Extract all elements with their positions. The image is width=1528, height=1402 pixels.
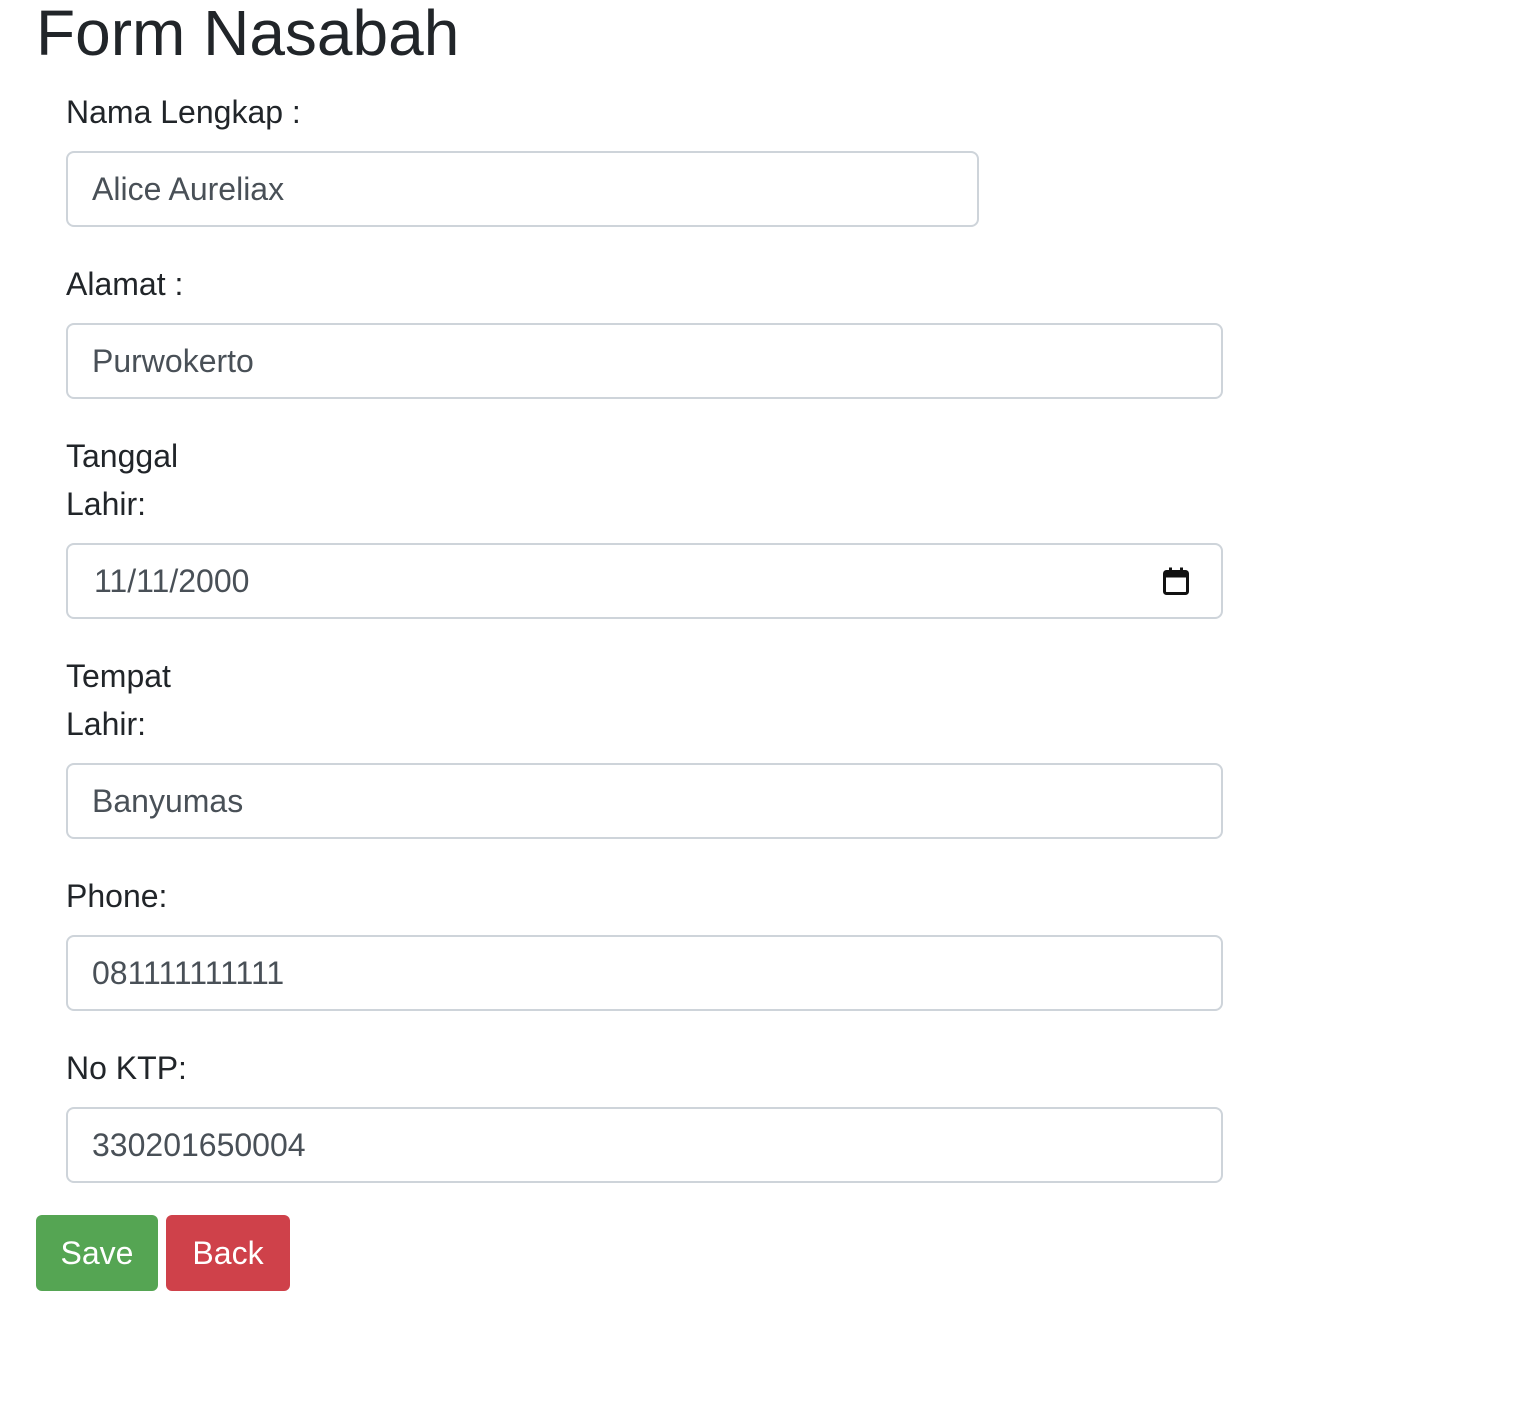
tanggal-lahir-value: 11/11/2000 — [94, 563, 250, 599]
tanggal-lahir-label: Tanggal Lahir: — [66, 432, 216, 528]
calendar-icon[interactable] — [1163, 567, 1189, 595]
nama-lengkap-input[interactable] — [66, 151, 979, 227]
tanggal-lahir-input[interactable]: 11/11/2000 — [66, 543, 1223, 619]
no-ktp-input[interactable] — [66, 1107, 1223, 1183]
no-ktp-label: No KTP: — [66, 1050, 187, 1086]
tanggal-lahir-label-line1: Tanggal — [66, 438, 179, 474]
phone-input[interactable] — [66, 935, 1223, 1011]
alamat-label: Alamat : — [66, 266, 184, 302]
tempat-lahir-label-line2: Lahir: — [66, 706, 147, 742]
phone-label: Phone: — [66, 878, 168, 914]
back-button[interactable]: Back — [166, 1215, 290, 1291]
tanggal-lahir-label-line2: Lahir: — [66, 486, 147, 522]
tempat-lahir-input[interactable] — [66, 763, 1223, 839]
alamat-input[interactable] — [66, 323, 1223, 399]
page-title: Form Nasabah — [36, 0, 460, 69]
tempat-lahir-label: Tempat Lahir: — [66, 652, 216, 748]
save-button[interactable]: Save — [36, 1215, 158, 1291]
nama-lengkap-label: Nama Lengkap : — [66, 94, 301, 130]
tempat-lahir-label-line1: Tempat — [66, 658, 171, 694]
